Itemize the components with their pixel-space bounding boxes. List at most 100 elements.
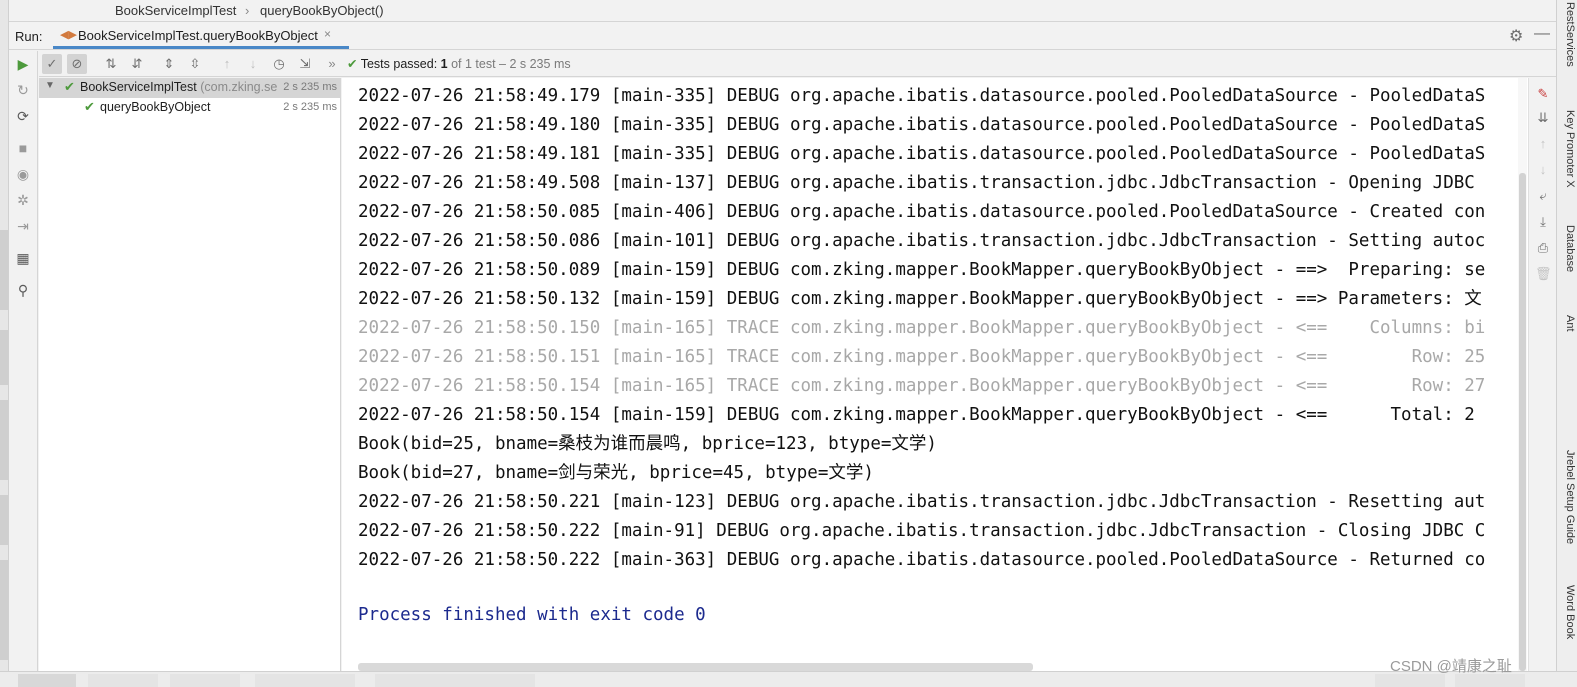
tests-passed-count: 1 bbox=[440, 57, 448, 71]
watermark: CSDN @靖康之耻 bbox=[1390, 658, 1512, 675]
console-line: Book(bid=27, bname=剑与荣光, bprice=45, btyp… bbox=[358, 463, 874, 483]
chevron-down-icon[interactable]: ▼ bbox=[45, 80, 55, 91]
tests-passed-label: Tests passed: bbox=[360, 57, 438, 71]
console-line: 2022-07-26 21:58:49.179 [main-335] DEBUG… bbox=[358, 86, 1486, 106]
test-method-time: 2 s 235 ms bbox=[283, 101, 337, 113]
breadcrumb: BookServiceImplTest › queryBookByObject(… bbox=[9, 0, 1556, 22]
run-config-tab-title: BookServiceImplTest.queryBookByObject bbox=[78, 28, 318, 43]
scroll-to-end-icon[interactable]: ⇊ bbox=[1535, 110, 1551, 126]
jrebel-tool-tab[interactable] bbox=[0, 330, 8, 385]
pin-icon[interactable]: ⚲ bbox=[14, 281, 32, 299]
layout-icon[interactable]: ▦ bbox=[14, 249, 32, 267]
console-line: 2022-07-26 21:58:50.222 [main-363] DEBUG… bbox=[358, 550, 1486, 570]
console-horizontal-scrollbar[interactable] bbox=[358, 663, 1033, 671]
breadcrumb-method[interactable]: queryBookByObject() bbox=[260, 3, 384, 18]
test-method-name: queryBookByObject bbox=[100, 100, 211, 114]
mybatis-builder-tool-tab[interactable] bbox=[0, 560, 8, 660]
web-tool-tab[interactable] bbox=[0, 495, 8, 545]
sort-by-duration-icon[interactable]: ⇵ bbox=[127, 54, 147, 74]
rerun-failed-icon[interactable]: ↻ bbox=[14, 81, 32, 99]
show-passed-icon[interactable]: ✓ bbox=[42, 54, 62, 74]
expand-all-icon[interactable]: ⇕ bbox=[159, 54, 179, 74]
test-class-package: (com.zking.se bbox=[200, 80, 278, 94]
run-tool-window-button[interactable] bbox=[18, 674, 76, 687]
passed-check-icon: ✔ bbox=[64, 79, 75, 94]
mybatis-log-tool-window-button[interactable] bbox=[375, 674, 535, 687]
database-tool-tab[interactable]: Database bbox=[1559, 225, 1576, 272]
test-history-icon[interactable]: ◷ bbox=[269, 54, 289, 74]
rerun-icon[interactable]: ▶ bbox=[14, 55, 32, 73]
run-side-toolbar: ▶ ↻ ⟳ ■ ◉ ✲ ⇥ ▦ ⚲ bbox=[9, 51, 38, 671]
console-line: Book(bid=25, bname=桑枝为谁而晨鸣, bprice=123, … bbox=[358, 434, 937, 454]
toggle-auto-test-icon[interactable]: ⟳ bbox=[14, 107, 32, 125]
console-line: 2022-07-26 21:58:50.221 [main-123] DEBUG… bbox=[358, 492, 1486, 512]
download-icon[interactable]: ⤓ bbox=[1535, 214, 1551, 230]
console-line: 2022-07-26 21:58:49.180 [main-335] DEBUG… bbox=[358, 115, 1486, 135]
console-line: 2022-07-26 21:58:49.508 [main-137] DEBUG… bbox=[358, 173, 1475, 193]
console-line: 2022-07-26 21:58:50.089 [main-159] DEBUG… bbox=[358, 260, 1486, 280]
console-line: 2022-07-26 21:58:50.085 [main-406] DEBUG… bbox=[358, 202, 1486, 222]
run-tool-window-header: Run: ◀▶ BookServiceImplTest.queryBookByO… bbox=[9, 23, 1556, 50]
settings-icon[interactable]: ✲ bbox=[14, 191, 32, 209]
collapse-all-icon[interactable]: ⇳ bbox=[185, 54, 205, 74]
test-tree-item[interactable]: ✔ queryBookByObject 2 s 235 ms bbox=[39, 98, 341, 118]
test-class-time: 2 s 235 ms bbox=[280, 81, 337, 93]
ant-tool-tab[interactable]: Ant bbox=[1559, 315, 1576, 332]
sort-alphabetically-icon[interactable]: ⇅ bbox=[101, 54, 121, 74]
scrollbar-thumb[interactable] bbox=[1519, 173, 1526, 671]
console-line: 2022-07-26 21:58:49.181 [main-335] DEBUG… bbox=[358, 144, 1486, 164]
test-class-name: BookServiceImplTest bbox=[80, 80, 197, 94]
run-config-tab[interactable]: ◀▶ BookServiceImplTest.queryBookByObject… bbox=[53, 23, 349, 49]
close-tab-icon[interactable]: × bbox=[324, 27, 331, 41]
more-actions-icon[interactable]: » bbox=[322, 54, 342, 74]
console-line: 2022-07-26 21:58:50.150 [main-165] TRACE… bbox=[358, 318, 1486, 338]
minimize-icon[interactable]: — bbox=[1534, 25, 1550, 43]
test-config-icon: ◀▶ bbox=[60, 29, 77, 41]
soft-wrap-icon[interactable]: ⤶ bbox=[1535, 188, 1551, 204]
gear-icon[interactable]: ⚙ bbox=[1509, 26, 1523, 46]
console-vertical-scrollbar[interactable] bbox=[1518, 78, 1527, 671]
tests-passed-detail: of 1 test – 2 s 235 ms bbox=[451, 57, 571, 71]
camera-icon[interactable]: ◉ bbox=[14, 165, 32, 183]
rest-services-tool-tab[interactable]: RestServices bbox=[1559, 2, 1576, 67]
down-arrow-icon[interactable]: ↓ bbox=[1535, 162, 1551, 178]
console-line: 2022-07-26 21:58:50.222 [main-91] DEBUG … bbox=[358, 521, 1486, 541]
next-failed-icon[interactable]: ↓ bbox=[243, 54, 263, 74]
favorites-tool-tab[interactable] bbox=[0, 400, 8, 480]
console-line: 2022-07-26 21:58:50.151 [main-165] TRACE… bbox=[358, 347, 1486, 367]
todo-tool-window-button[interactable] bbox=[88, 674, 158, 687]
console-line: 2022-07-26 21:58:50.154 [main-165] TRACE… bbox=[358, 376, 1486, 396]
console-line: 2022-07-26 21:58:50.154 [main-159] DEBUG… bbox=[358, 405, 1475, 425]
console-line: 2022-07-26 21:58:50.132 [main-159] DEBUG… bbox=[358, 289, 1482, 309]
previous-failed-icon[interactable]: ↑ bbox=[217, 54, 237, 74]
exit-message: Process finished with exit code 0 bbox=[358, 605, 706, 625]
java-enterprise-tool-window-button[interactable] bbox=[255, 674, 355, 687]
show-ignored-icon[interactable]: ⊘ bbox=[67, 54, 87, 74]
import-tests-icon[interactable]: ⇲ bbox=[295, 54, 315, 74]
tests-status: ✔ Tests passed: 1 of 1 test – 2 s 235 ms bbox=[347, 56, 571, 71]
print-icon[interactable]: ⎙ bbox=[1535, 240, 1551, 256]
clear-all-marker-icon[interactable]: ✎ bbox=[1535, 86, 1551, 102]
exit-icon[interactable]: ⇥ bbox=[14, 217, 32, 235]
passed-check-icon: ✔ bbox=[84, 99, 95, 114]
run-label: Run: bbox=[15, 29, 43, 44]
console-output[interactable]: 2022-07-26 21:58:49.179 [main-335] DEBUG… bbox=[342, 78, 1528, 671]
test-tree: ▼ ✔ BookServiceImplTest (com.zking.se 2 … bbox=[39, 78, 341, 671]
bottom-tool-window-bar bbox=[0, 671, 1577, 687]
test-tree-root[interactable]: ▼ ✔ BookServiceImplTest (com.zking.se 2 … bbox=[39, 78, 341, 98]
passed-check-icon: ✔ bbox=[347, 57, 358, 71]
word-book-tool-tab[interactable]: Word Book bbox=[1559, 585, 1576, 639]
test-results-toolbar: ✓ ⊘ ⇅ ⇵ ⇕ ⇳ ↑ ↓ ◷ ⇲ » ✔ Tests passed: 1 … bbox=[39, 51, 1556, 77]
jrebel-setup-guide-tool-tab[interactable]: Jrebel Setup Guide bbox=[1559, 450, 1576, 544]
structure-tool-tab[interactable] bbox=[0, 230, 8, 310]
console-toolbar: ✎ ⇊ ↑ ↓ ⤶ ⤓ ⎙ 🗑 bbox=[1528, 78, 1556, 671]
trash-icon[interactable]: 🗑 bbox=[1535, 266, 1552, 282]
terminal-tool-window-button[interactable] bbox=[170, 674, 240, 687]
stop-icon[interactable]: ■ bbox=[14, 139, 32, 157]
key-promoter-tool-tab[interactable]: Key Promoter X bbox=[1559, 110, 1576, 188]
up-arrow-icon[interactable]: ↑ bbox=[1535, 136, 1551, 152]
breadcrumb-class[interactable]: BookServiceImplTest bbox=[115, 3, 236, 18]
breadcrumb-separator: › bbox=[245, 3, 250, 18]
console-line: 2022-07-26 21:58:50.086 [main-101] DEBUG… bbox=[358, 231, 1486, 251]
right-tool-strip: RestServices Key Promoter X Database Ant… bbox=[1556, 0, 1577, 687]
